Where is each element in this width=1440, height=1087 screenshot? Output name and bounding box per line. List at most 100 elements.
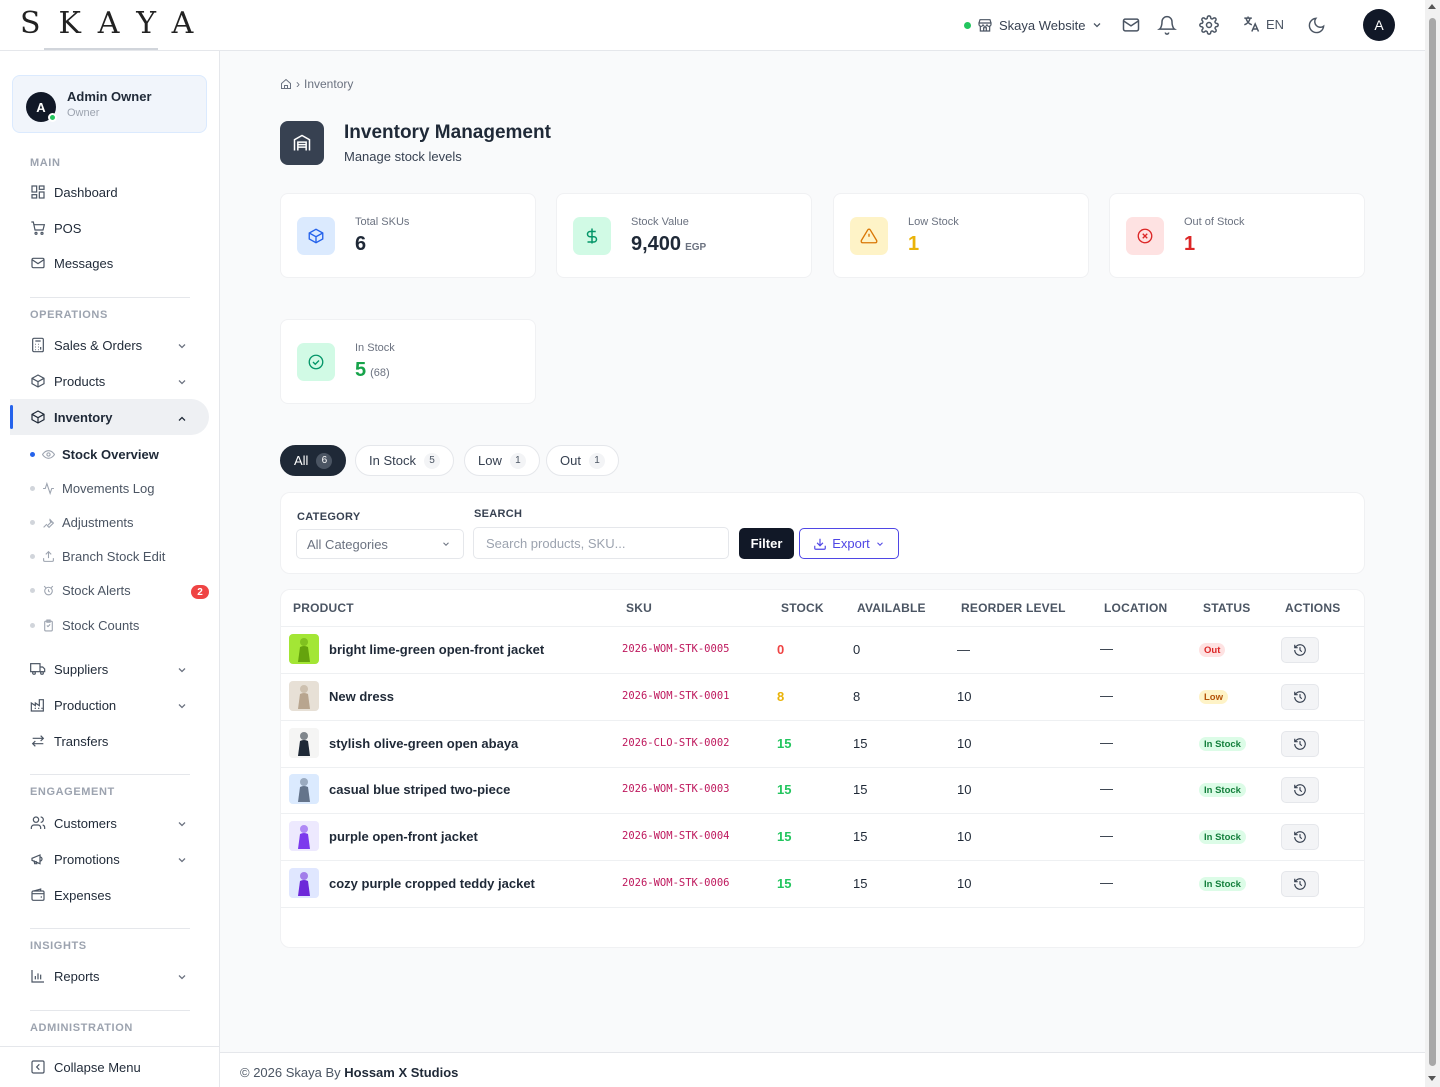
stock-value: 15 <box>777 876 792 891</box>
section-operations: OPERATIONS <box>30 309 108 321</box>
collapse-menu-button[interactable]: Collapse Menu <box>30 1059 141 1075</box>
sidebar-item-promotions[interactable]: Promotions <box>30 851 120 867</box>
sidebar-subitem-stock-counts[interactable]: Stock Counts <box>30 618 139 633</box>
cart-icon <box>30 220 46 236</box>
product-name[interactable]: stylish olive-green open abaya <box>329 736 518 751</box>
footer-studio-link[interactable]: Hossam X Studios <box>344 1065 458 1080</box>
table-row[interactable]: New dress 2026-WOM-STK-0001 8 8 10 — Low <box>281 674 1364 720</box>
chevron-down-icon[interactable] <box>176 376 188 388</box>
sidebar-item-messages[interactable]: Messages <box>30 255 113 271</box>
upload-icon <box>42 550 55 563</box>
sidebar-item-transfers[interactable]: Transfers <box>30 733 108 749</box>
sidebar-item-sales-orders[interactable]: Sales & Orders <box>30 337 142 353</box>
sidebar-item-reports[interactable]: Reports <box>30 968 100 984</box>
sidebar-item-inventory[interactable]: Inventory <box>30 409 113 425</box>
column-header-available[interactable]: AVAILABLE <box>857 601 926 615</box>
history-button[interactable] <box>1281 684 1319 710</box>
sidebar-subitem-branch-stock-edit[interactable]: Branch Stock Edit <box>30 549 165 564</box>
sidebar-item-dashboard[interactable]: Dashboard <box>30 184 118 200</box>
category-select[interactable]: All Categories <box>296 529 464 559</box>
export-button[interactable]: Export <box>799 528 899 559</box>
product-sku: 2026-CLO-STK-0002 <box>622 737 730 749</box>
tab-all[interactable]: All 6 <box>280 445 347 476</box>
table-row[interactable]: stylish olive-green open abaya 2026-CLO-S… <box>281 721 1364 767</box>
check-circle-icon <box>297 343 335 381</box>
box-icon <box>30 409 46 425</box>
home-icon[interactable] <box>280 78 292 90</box>
brand-logo[interactable]: SKAYA <box>20 6 211 41</box>
product-name[interactable]: casual blue striped two-piece <box>329 782 510 797</box>
sidebar-subitem-stock-overview[interactable]: Stock Overview <box>30 447 159 462</box>
product-thumbnail <box>289 681 319 711</box>
sidebar-item-suppliers[interactable]: Suppliers <box>30 661 108 677</box>
tab-low[interactable]: Low 1 <box>464 445 540 476</box>
history-button[interactable] <box>1281 637 1319 663</box>
section-administration: ADMINISTRATION <box>30 1022 133 1034</box>
sidebar-subitem-movements-log[interactable]: Movements Log <box>30 481 155 496</box>
column-header-product[interactable]: PRODUCT <box>293 601 354 615</box>
scroll-down-arrow[interactable] <box>1428 1076 1436 1081</box>
dollar-icon <box>573 217 611 255</box>
product-name[interactable]: bright lime-green open-front jacket <box>329 642 544 657</box>
table-row[interactable]: cozy purple cropped teddy jacket 2026-WOM… <box>281 861 1364 907</box>
profile-avatar[interactable]: A <box>1363 9 1395 41</box>
website-selector[interactable]: Skaya Website <box>964 15 1103 35</box>
sidebar-item-products[interactable]: Products <box>30 373 105 389</box>
column-header-sku[interactable]: SKU <box>626 601 652 615</box>
scroll-up-arrow[interactable] <box>1428 4 1436 9</box>
search-label: SEARCH <box>474 508 523 520</box>
table-row[interactable]: casual blue striped two-piece 2026-WOM-ST… <box>281 767 1364 813</box>
sidebar-subitem-label: Stock Counts <box>62 618 140 633</box>
chevron-down-icon[interactable] <box>176 340 188 352</box>
sidebar-item-customers[interactable]: Customers <box>30 815 117 831</box>
history-icon <box>1293 643 1307 657</box>
column-header-location[interactable]: LOCATION <box>1104 601 1167 615</box>
reorder-level-value: 10 <box>957 736 972 751</box>
history-button[interactable] <box>1281 777 1319 803</box>
search-input[interactable] <box>473 527 729 559</box>
table-row[interactable]: bright lime-green open-front jacket 2026-… <box>281 627 1364 673</box>
tab-out[interactable]: Out 1 <box>546 445 619 476</box>
product-name[interactable]: purple open-front jacket <box>329 829 478 844</box>
column-header-status[interactable]: STATUS <box>1203 601 1250 615</box>
chevron-down-icon[interactable] <box>176 700 188 712</box>
table-row[interactable]: purple open-front jacket 2026-WOM-STK-000… <box>281 814 1364 860</box>
filter-button[interactable]: Filter <box>739 528 794 559</box>
history-button[interactable] <box>1281 871 1319 897</box>
sidebar-item-label: Transfers <box>54 733 109 749</box>
moon-icon[interactable] <box>1305 14 1327 36</box>
sidebar-subitem-adjustments[interactable]: Adjustments <box>30 515 134 530</box>
sidebar-item-expenses[interactable]: Expenses <box>30 887 111 903</box>
bell-icon[interactable] <box>1156 14 1178 36</box>
language-selector[interactable]: EN <box>1241 14 1284 34</box>
sidebar-item-production[interactable]: Production <box>30 697 116 713</box>
sidebar-subitem-stock-alerts[interactable]: Stock Alerts <box>30 583 131 598</box>
dashboard-icon <box>30 184 46 200</box>
product-name[interactable]: New dress <box>329 689 394 704</box>
chevron-down-icon[interactable] <box>176 818 188 830</box>
history-button[interactable] <box>1281 824 1319 850</box>
history-button[interactable] <box>1281 731 1319 757</box>
scroll-thumb[interactable] <box>1429 18 1436 1066</box>
column-header-reorder-level[interactable]: REORDER LEVEL <box>961 601 1066 615</box>
product-name[interactable]: cozy purple cropped teddy jacket <box>329 876 535 891</box>
user-role: Owner <box>67 107 100 119</box>
sidebar-subitem-label: Stock Overview <box>62 447 159 462</box>
chevron-down-icon[interactable] <box>176 971 188 983</box>
mail-icon[interactable] <box>1120 14 1142 36</box>
product-sku: 2026-WOM-STK-0004 <box>622 830 730 842</box>
column-header-stock[interactable]: STOCK <box>781 601 824 615</box>
available-value: 8 <box>853 689 861 704</box>
chevron-up-icon[interactable] <box>176 413 188 425</box>
collapse-icon <box>30 1059 46 1075</box>
page-scrollbar[interactable] <box>1425 0 1440 1087</box>
chevron-down-icon[interactable] <box>176 664 188 676</box>
sidebar-item-pos[interactable]: POS <box>30 220 81 236</box>
footer: © 2026 Skaya By Hossam X Studios <box>220 1052 1425 1087</box>
user-card[interactable]: A Admin Owner Owner <box>12 75 207 133</box>
gear-icon[interactable] <box>1198 14 1220 36</box>
sidebar-item-label: Sales & Orders <box>54 337 143 353</box>
chevron-down-icon[interactable] <box>176 854 188 866</box>
eye-icon <box>42 448 55 461</box>
tab-in-stock[interactable]: In Stock 5 <box>355 445 454 476</box>
